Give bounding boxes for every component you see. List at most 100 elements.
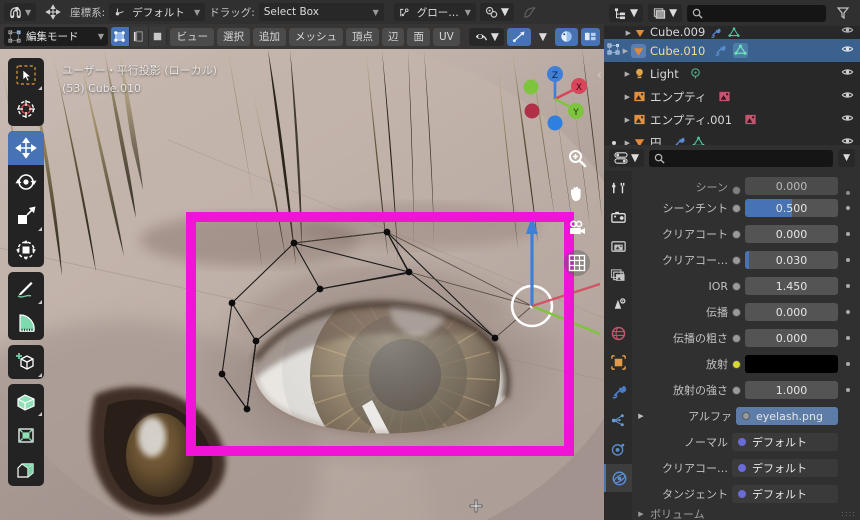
tool-add-cube[interactable] [8, 345, 44, 379]
mesh-data-icon[interactable] [691, 136, 705, 145]
tool-rotate[interactable] [8, 165, 44, 199]
property-row-scene-tint[interactable]: シーンチント 0.500 [632, 195, 860, 221]
mesh-data-icon[interactable] [728, 27, 740, 39]
shading-toggle[interactable] [555, 27, 578, 46]
vertex-select-icon[interactable] [111, 27, 130, 46]
tool-extrude-region[interactable] [8, 384, 44, 418]
menu-select[interactable]: 選択 [216, 27, 250, 46]
animate-property-dot[interactable] [842, 362, 854, 366]
transform-pivot-icon[interactable] [40, 3, 66, 21]
orientation-dropdown[interactable]: デフォルト ▼ [109, 3, 206, 21]
pan-hand-icon[interactable] [564, 180, 590, 206]
modifier-icon[interactable] [709, 27, 721, 39]
property-row-emission-strength[interactable]: 放射の強さ 1.000 [632, 377, 860, 403]
snap-toggle-button[interactable]: ▼ [479, 3, 514, 21]
menu-add[interactable]: 追加 [252, 27, 286, 46]
tool-cursor[interactable] [8, 92, 44, 126]
particles-tab[interactable] [604, 406, 632, 434]
input-socket[interactable] [732, 186, 741, 195]
property-value-field[interactable]: 1.000 [745, 381, 838, 399]
sidebar-item-empty[interactable]: ▶ エンプティ [604, 85, 860, 108]
smooth-falloff-button[interactable] [518, 3, 543, 21]
modifier-icon[interactable] [713, 44, 726, 57]
scene-tab[interactable] [604, 290, 632, 318]
expand-triangle-icon[interactable]: ▶ [636, 412, 646, 420]
emission-color-swatch[interactable] [745, 355, 838, 373]
menu-face[interactable]: 面 [407, 27, 430, 46]
input-socket[interactable] [732, 203, 741, 213]
property-row-ior[interactable]: IOR 1.450 [632, 273, 860, 299]
property-row-emission[interactable]: 放射 [632, 351, 860, 377]
3d-viewport[interactable]: ユーザー・平行投影 (ローカル) (53) Cube.010 Z X Y ‹ [0, 0, 604, 520]
snapping-toggle[interactable] [506, 27, 531, 46]
tool-move[interactable] [8, 131, 44, 165]
tangent-input-link[interactable]: デフォルト [732, 485, 838, 503]
material-tab[interactable] [604, 464, 632, 492]
property-value-field[interactable]: 1.450 [745, 277, 838, 295]
image-icon[interactable] [718, 90, 731, 103]
properties-editor[interactable]: ▼ ▼ シーン 0.000 シーンチント 0.500 クリアコート 0.000 … [604, 145, 860, 520]
camera-icon[interactable] [564, 215, 590, 241]
animate-property-dot[interactable] [842, 206, 854, 210]
mode-dropdown[interactable]: 編集モード ▼ [4, 27, 108, 46]
input-socket[interactable] [732, 281, 741, 291]
physics-tab[interactable] [604, 435, 632, 463]
property-row-normal[interactable]: ノーマル デフォルト [632, 429, 860, 455]
tool-tab[interactable] [604, 174, 632, 202]
eye-icon[interactable] [841, 66, 854, 78]
property-row-clearcoat-normal[interactable]: クリアコー… デフォルト [632, 455, 860, 481]
property-row-clearcoat-roughness[interactable]: クリアコー… 0.030 [632, 247, 860, 273]
outliner-editor[interactable]: ▼ ▼ ▶ Cube.009 ▶ Cube.010 ▶ Light ▶ エンプテ… [604, 0, 860, 145]
object-tab[interactable] [604, 348, 632, 376]
grid-icon[interactable] [564, 250, 590, 276]
view-layer-tab[interactable] [604, 261, 632, 289]
tool-bevel[interactable] [8, 452, 44, 486]
property-value-field[interactable]: 0.000 [745, 329, 838, 347]
animate-property-dot[interactable] [842, 258, 854, 262]
animate-property-dot[interactable] [842, 191, 854, 195]
zoom-icon[interactable] [564, 145, 590, 171]
modifier-icon[interactable] [672, 136, 685, 145]
property-row-clearcoat[interactable]: クリアコート 0.000 [632, 221, 860, 247]
input-socket[interactable] [732, 359, 741, 369]
modifier-tab[interactable] [604, 377, 632, 405]
property-row[interactable]: シーン 0.000 [632, 173, 860, 195]
sidebar-item-empty-001[interactable]: ▶ エンプティ.001 [604, 108, 860, 131]
face-select-icon[interactable] [148, 27, 168, 46]
properties-editor-type[interactable]: ▼ [609, 149, 645, 167]
menu-mesh[interactable]: メッシュ [288, 27, 343, 46]
eye-icon[interactable] [841, 89, 854, 101]
animate-property-dot[interactable] [842, 388, 854, 392]
tool-transform[interactable] [8, 233, 44, 267]
normal-input-link[interactable]: デフォルト [732, 433, 838, 451]
eye-icon[interactable] [841, 26, 854, 36]
overlay-dropdown[interactable]: ▼ [534, 28, 552, 46]
light-data-icon[interactable] [689, 67, 702, 80]
visibility-toggle[interactable]: ▼ [468, 27, 504, 46]
animate-property-dot[interactable] [842, 310, 854, 314]
image-icon[interactable] [744, 113, 757, 126]
expand-triangle-icon[interactable]: ▶ [636, 510, 646, 518]
menu-edge[interactable]: 辺 [381, 27, 405, 46]
alpha-texture-link[interactable]: eyelash.png [736, 407, 838, 425]
input-socket[interactable] [732, 229, 741, 239]
input-socket[interactable] [732, 255, 741, 265]
sidebar-item-circle[interactable]: ▶ 円 [604, 131, 860, 145]
property-panel-volume[interactable]: ▶ ボリューム [632, 507, 860, 520]
drag-action-dropdown[interactable]: Select Box ▼ [258, 3, 384, 21]
tool-annotate[interactable] [8, 272, 44, 306]
outliner-search-input[interactable] [687, 4, 826, 22]
properties-options-dropdown[interactable]: ▼ [838, 149, 855, 167]
tool-tweak-select-box[interactable] [8, 58, 44, 92]
mesh-data-icon[interactable] [734, 44, 747, 57]
tool-measure[interactable] [8, 306, 44, 340]
input-socket[interactable] [732, 385, 741, 395]
world-tab[interactable] [604, 319, 632, 347]
navigation-gizmo[interactable]: Z X Y [516, 60, 594, 138]
property-row-tangent[interactable]: タンジェント デフォルト [632, 481, 860, 507]
render-tab[interactable] [604, 203, 632, 231]
outliner-filter-button[interactable] [831, 4, 855, 22]
menu-uv[interactable]: UV [432, 27, 460, 46]
property-value-field[interactable]: 0.000 [745, 303, 838, 321]
property-row-transmission[interactable]: 伝播 0.000 [632, 299, 860, 325]
